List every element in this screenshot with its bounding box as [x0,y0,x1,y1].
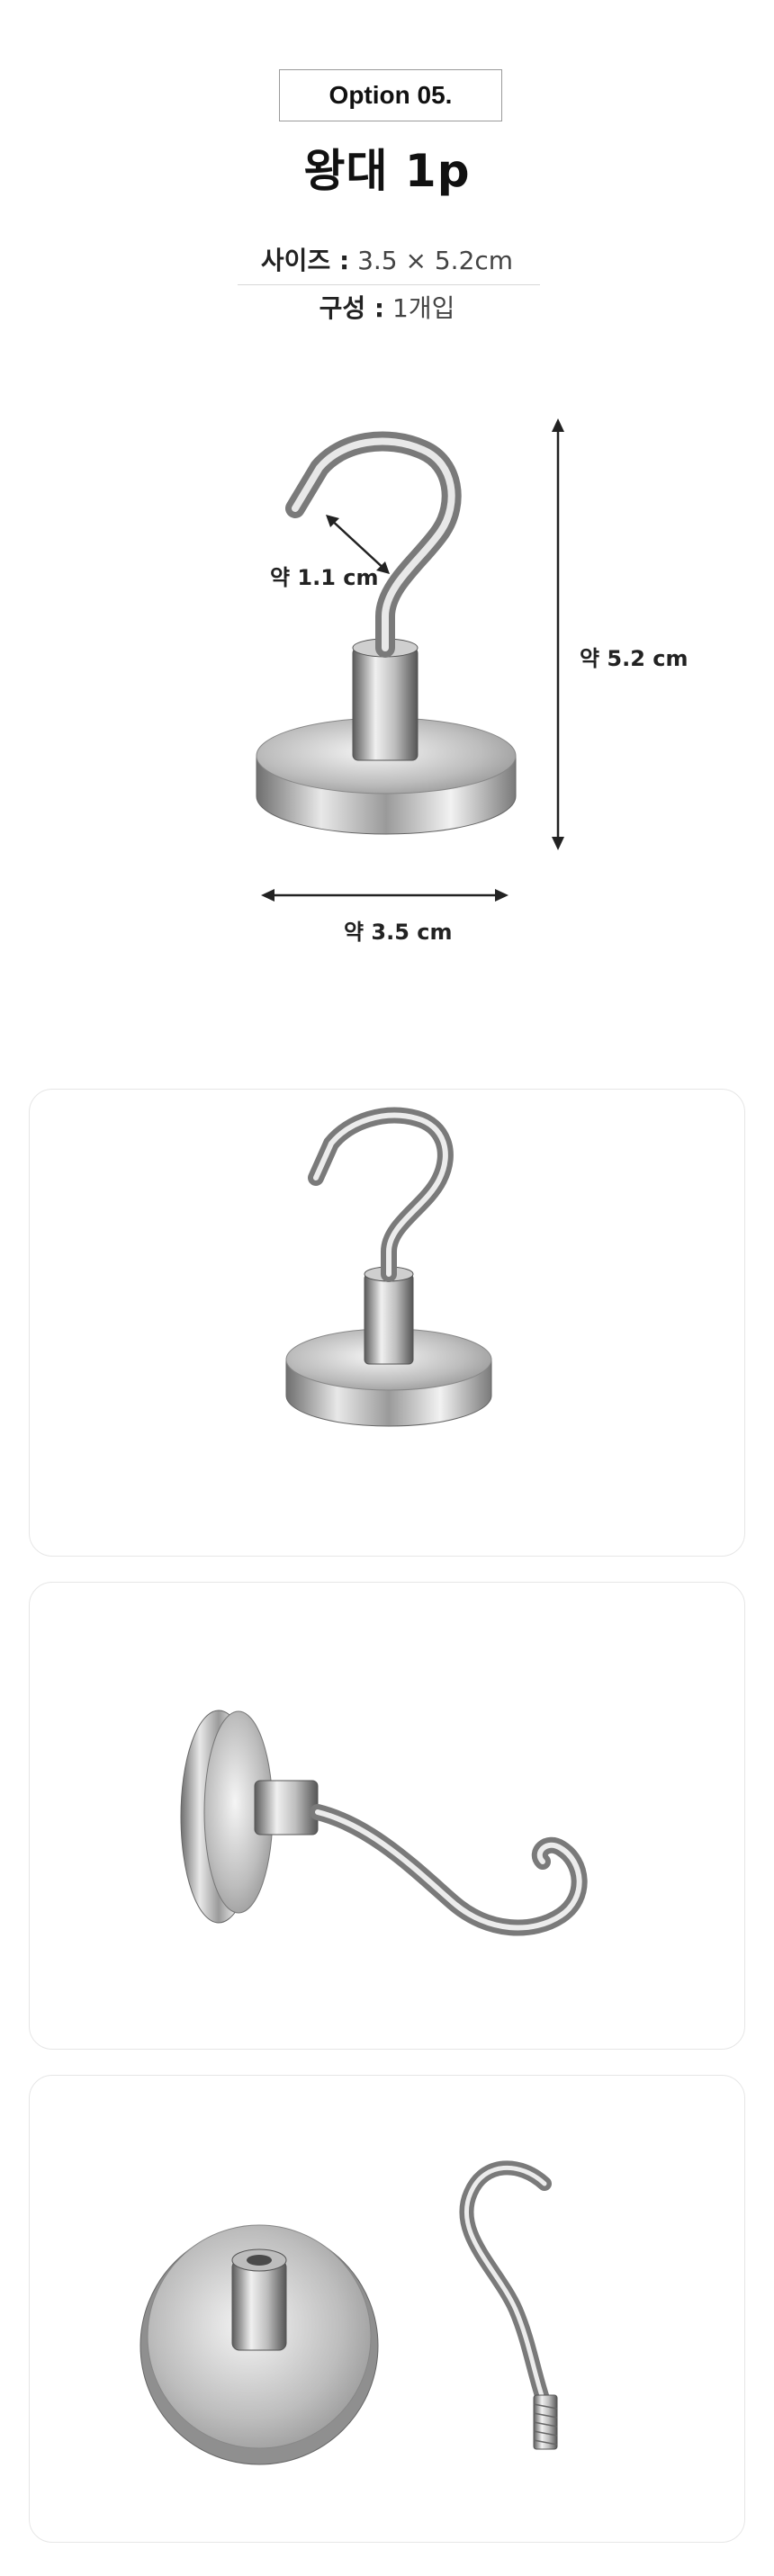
option-label-box: Option 05. [279,69,502,121]
spec-composition-value: 1개입 [392,293,455,323]
spec-size-row: 사이즈 : 3.5 × 5.2cm [0,241,774,277]
option-label: Option 05. [328,81,453,109]
spec-size-label: 사이즈 : [260,246,350,275]
hook-opening-label: 약 1.1 cm [270,565,379,590]
product-photo-card-1 [29,1089,745,1557]
spec-size-value: 3.5 × 5.2cm [357,246,514,275]
product-title: 왕대 1p [303,145,471,197]
width-label: 약 3.5 cm [344,920,453,945]
height-label: 약 5.2 cm [580,646,688,671]
spec-divider [238,284,540,285]
magnet-hook-side-photo [180,1710,588,1936]
product-photo-card-2 [29,1582,745,2050]
spec-composition-label: 구성 : [319,293,385,323]
magnet-hook-front-photo [285,1107,492,1427]
spec-composition-row: 구성 : 1개입 [0,289,774,325]
magnet-hook-parts-photo [140,2160,558,2465]
product-photo-card-3 [29,2075,745,2543]
dimension-diagram: 약 1.1 cm 약 5.2 cm 약 3.5 cm [0,378,774,954]
